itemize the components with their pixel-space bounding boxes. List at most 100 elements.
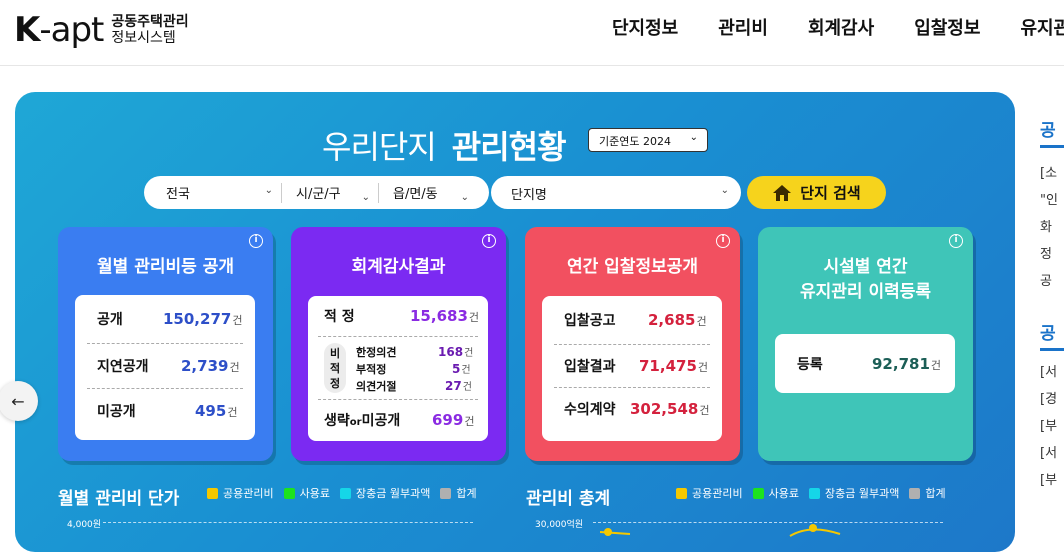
stat-label: 생략or미공개 (324, 413, 401, 429)
region2-select[interactable]: 시/군/구 ⌄ (281, 182, 378, 203)
legend-item[interactable]: 합계 (909, 485, 946, 501)
complex-search-button[interactable]: 단지 검색 (747, 176, 886, 209)
info-icon[interactable]: i (249, 234, 263, 248)
notice-item[interactable]: "인 (1040, 189, 1064, 208)
stat-value: 15,683건 (410, 307, 480, 325)
region1-value: 전국 (166, 187, 190, 202)
notice-item[interactable]: 공 (1040, 270, 1064, 289)
stat-label: 적 정 (324, 309, 355, 325)
card-stats: 입찰공고 2,685건 입찰결과 71,475건 수의계약 302,548건 (542, 296, 722, 441)
stat-label: 입찰결과 (564, 359, 616, 375)
notice-item[interactable]: [소 (1040, 162, 1064, 181)
chevron-down-icon: ⌄ (720, 185, 729, 196)
nav-item-maintenance[interactable]: 유지관 (1020, 14, 1064, 40)
chevron-down-icon: ⌄ (361, 191, 370, 203)
hero-title-light: 우리단지 (322, 128, 437, 166)
notice-heading[interactable]: 공 (1040, 116, 1064, 141)
total-fee-chart-title: 관리비 총계 (526, 489, 611, 509)
notice-item[interactable]: 화 (1040, 216, 1064, 235)
legend-item[interactable]: 공용관리비 (676, 485, 743, 501)
stat-value: 2,739건 (181, 357, 240, 375)
search-button-label: 단지 검색 (800, 184, 861, 202)
nav-item-bidding[interactable]: 입찰정보 (914, 14, 980, 40)
stat-value: 92,781건 (872, 354, 942, 373)
stat-value: 168건 (438, 345, 474, 359)
card-title: 회계감사결과 (351, 257, 446, 277)
kapt-logo[interactable]: K -apt 공동주택관리 정보시스템 (14, 10, 189, 50)
management-status-panel: 우리단지 관리현황 기준연도 2024 ⌄ 전국 ⌄ 시/군/구 ⌄ 읍/면/동… (15, 92, 1015, 552)
notice-item[interactable]: [경 (1040, 388, 1064, 407)
year-select[interactable]: 기준연도 2024 ⌄ (588, 128, 708, 152)
stat-value: 2,685건 (648, 311, 707, 329)
chart-legend-left: 공용관리비 사용료 장충금 월부과액 합계 (207, 485, 487, 501)
notice-item[interactable]: [서 (1040, 442, 1064, 461)
info-icon[interactable]: i (949, 234, 963, 248)
nav-item-complex-info[interactable]: 단지정보 (612, 14, 678, 40)
stat-label: 등록 (797, 356, 823, 373)
arrow-left-icon: ← (11, 391, 25, 411)
year-select-value: 기준연도 2024 (599, 135, 671, 148)
notice-item[interactable]: [부 (1040, 469, 1064, 488)
legend-item[interactable]: 장충금 월부과액 (339, 485, 430, 501)
stat-value: 150,277건 (163, 310, 243, 328)
right-axis-top-label: 30,000억원 (535, 520, 584, 530)
stat-row: 입찰공고 2,685건 (542, 296, 722, 344)
card-stats: 적 정 15,683건 비적정 한정의견 168건 부적정 5건 의견거절 27… (308, 296, 488, 441)
stat-value: 699건 (432, 411, 475, 429)
card-title-line1: 시설별 연간 (823, 257, 908, 277)
info-icon[interactable]: i (482, 234, 496, 248)
legend-item[interactable]: 장충금 월부과액 (808, 485, 899, 501)
legend-item[interactable]: 사용료 (283, 485, 330, 501)
chevron-down-icon: ⌄ (264, 185, 273, 196)
notice-item[interactable]: [서 (1040, 361, 1064, 380)
chevron-down-icon: ⌄ (689, 132, 698, 143)
nav-item-audit[interactable]: 회계감사 (808, 14, 874, 40)
notice-heading-2[interactable]: 공 (1040, 319, 1064, 344)
card-annual-bidding[interactable]: i 연간 입찰정보공개 입찰공고 2,685건 입찰결과 71,475건 수의계… (525, 227, 740, 461)
site-header: K -apt 공동주택관리 정보시스템 단지정보 관리비 회계감사 입찰정보 유… (0, 0, 1064, 66)
complex-name-value: 단지명 (511, 188, 547, 203)
card-stats: 등록 92,781건 (775, 334, 955, 393)
region3-select[interactable]: 읍/면/동 ⌄ (378, 182, 477, 203)
card-facility-maintenance[interactable]: i 시설별 연간 유지관리 이력등록 등록 92,781건 (758, 227, 973, 461)
card-title: 연간 입찰정보공개 (566, 257, 699, 277)
stat-row: 의견거절 27건 (308, 377, 488, 394)
right-sidebar-notices: 공 [소 "인 화 정 공 공 [서 [경 [부 [서 [부 (1040, 100, 1064, 488)
main-nav: 단지정보 관리비 회계감사 입찰정보 유지관 (612, 14, 1064, 40)
hero-title-bold: 관리현황 (451, 128, 567, 166)
region1-select[interactable]: 전국 ⌄ (144, 176, 281, 209)
logo-subtitle: 공동주택관리 정보시스템 (111, 14, 188, 46)
logo-apt: -apt (39, 10, 104, 50)
stat-row: 입찰결과 71,475건 (542, 345, 722, 387)
stat-label: 미공개 (97, 404, 136, 420)
left-axis-top-label: 4,000원 (67, 520, 102, 530)
card-audit-results[interactable]: i 회계감사결과 적 정 15,683건 비적정 한정의견 168건 부적정 5… (291, 227, 506, 461)
logo-line1: 공동주택관리 (111, 14, 189, 30)
legend-item[interactable]: 공용관리비 (207, 485, 274, 501)
gridline (593, 522, 943, 523)
stat-value: 71,475건 (639, 357, 709, 375)
logo-k: K (14, 10, 40, 50)
stat-row: 공개 150,277건 (75, 295, 255, 343)
stat-row: 등록 92,781건 (775, 334, 955, 393)
region-selector: 전국 ⌄ 시/군/구 ⌄ 읍/면/동 ⌄ (144, 176, 489, 209)
stat-row: 적 정 15,683건 (308, 296, 488, 336)
notice-item[interactable]: 정 (1040, 243, 1064, 262)
region2-value: 시/군/구 (296, 187, 341, 202)
legend-item[interactable]: 합계 (440, 485, 477, 501)
stat-label: 공개 (97, 312, 123, 328)
non-adequate-group: 비적정 한정의견 168건 부적정 5건 의견거절 27건 (308, 337, 488, 399)
info-icon[interactable]: i (716, 234, 730, 248)
legend-item[interactable]: 사용료 (752, 485, 799, 501)
complex-name-select[interactable]: 단지명 ⌄ (491, 176, 741, 209)
logo-line2: 정보시스템 (111, 30, 176, 46)
stat-label: 의견거절 (356, 379, 397, 393)
house-icon (773, 184, 792, 201)
notice-item[interactable]: [부 (1040, 415, 1064, 434)
stat-row: 생략or미공개 699건 (308, 400, 488, 440)
card-monthly-fee-disclosure[interactable]: i 월별 관리비등 공개 공개 150,277건 지연공개 2,739건 미공개… (58, 227, 273, 461)
stat-value: 302,548건 (630, 400, 710, 418)
nav-item-management-fee[interactable]: 관리비 (718, 14, 768, 40)
stat-value: 5건 (452, 362, 471, 376)
gridline (103, 522, 473, 523)
